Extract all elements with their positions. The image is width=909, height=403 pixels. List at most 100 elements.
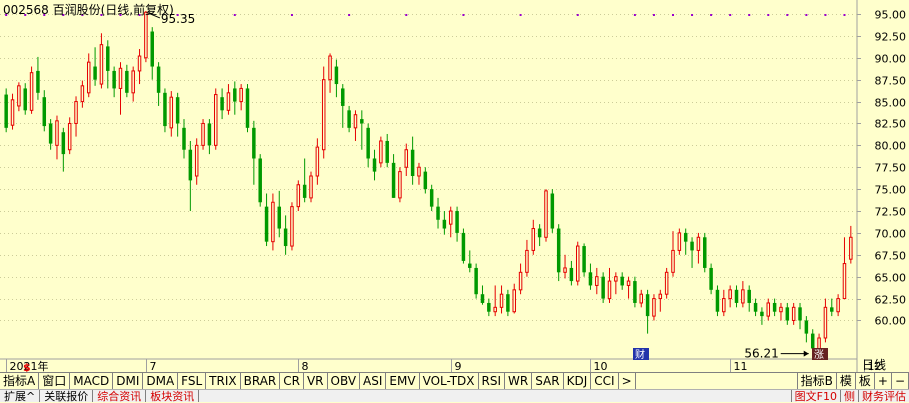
candle-body[interactable]: [150, 31, 154, 67]
event-dot[interactable]: [462, 14, 465, 16]
candle-body[interactable]: [747, 289, 751, 303]
candle-body[interactable]: [842, 263, 847, 300]
candle-body[interactable]: [703, 237, 707, 268]
indicator-tab-11[interactable]: ASI: [360, 373, 387, 389]
event-dot[interactable]: [767, 14, 770, 16]
candle-body[interactable]: [709, 267, 713, 290]
candle-body[interactable]: [61, 132, 66, 155]
candle-body[interactable]: [836, 298, 840, 313]
candle-body[interactable]: [506, 294, 510, 312]
candle-body[interactable]: [36, 70, 40, 93]
candle-body[interactable]: [271, 201, 275, 243]
finance-eval-link[interactable]: 财务评估: [858, 390, 909, 403]
candle-body[interactable]: [607, 280, 612, 300]
candle-body[interactable]: [175, 97, 180, 124]
candle-body[interactable]: [785, 307, 790, 321]
candle-body[interactable]: [537, 228, 542, 238]
candle-body[interactable]: [277, 206, 282, 229]
indicator-right-4[interactable]: −: [892, 373, 909, 389]
candle-body[interactable]: [582, 246, 586, 273]
candle-body[interactable]: [398, 171, 402, 199]
candle-body[interactable]: [601, 276, 605, 299]
candle-body[interactable]: [639, 293, 643, 304]
candle-body[interactable]: [207, 123, 212, 146]
indicator-tab-16[interactable]: SAR: [532, 373, 564, 389]
candle-body[interactable]: [321, 79, 326, 151]
candle-body[interactable]: [347, 110, 351, 128]
event-dot[interactable]: [519, 14, 522, 16]
candle-body[interactable]: [550, 193, 555, 229]
candle-body[interactable]: [722, 298, 726, 313]
candle-body[interactable]: [448, 210, 453, 225]
candle-body[interactable]: [23, 88, 27, 111]
candle-body[interactable]: [99, 44, 104, 85]
event-dot[interactable]: [824, 14, 827, 16]
candle-body[interactable]: [194, 144, 199, 177]
candle-body[interactable]: [29, 72, 34, 111]
indicator-right-3[interactable]: +: [875, 373, 892, 389]
indicator-tab-5[interactable]: FSL: [178, 373, 207, 389]
candle-body[interactable]: [233, 88, 237, 102]
side-link[interactable]: 侧: [840, 390, 858, 403]
indicator-tab-12[interactable]: EMV: [386, 373, 420, 389]
tab-extend[interactable]: 扩展^: [0, 390, 41, 403]
candle-body[interactable]: [664, 271, 669, 295]
candle-body[interactable]: [499, 293, 504, 308]
candle-body[interactable]: [264, 206, 269, 242]
candle-body[interactable]: [588, 272, 593, 286]
event-dot[interactable]: [233, 14, 236, 16]
candle-body[interactable]: [563, 267, 567, 273]
candle-body[interactable]: [823, 306, 828, 339]
candle-body[interactable]: [55, 120, 59, 146]
candle-body[interactable]: [696, 236, 701, 251]
candle-body[interactable]: [804, 320, 809, 334]
event-dot[interactable]: [176, 14, 179, 16]
event-dot[interactable]: [672, 14, 675, 16]
candle-body[interactable]: [93, 66, 97, 80]
candle-body[interactable]: [525, 249, 529, 273]
candle-body[interactable]: [137, 55, 142, 72]
candle-body[interactable]: [791, 306, 796, 321]
indicator-tab-17[interactable]: KDJ: [564, 373, 592, 389]
candle-body[interactable]: [760, 311, 764, 317]
candle-body[interactable]: [766, 302, 771, 317]
candle-body[interactable]: [575, 245, 580, 282]
indicator-tab-6[interactable]: TRIX: [206, 373, 241, 389]
candle-body[interactable]: [42, 97, 47, 127]
candle-body[interactable]: [214, 94, 218, 146]
candle-body[interactable]: [112, 70, 116, 89]
event-dot[interactable]: [405, 14, 408, 16]
candle-body[interactable]: [360, 119, 364, 124]
candle-body[interactable]: [220, 97, 224, 111]
candle-body[interactable]: [531, 228, 536, 251]
indicator-tab-2[interactable]: MACD: [70, 373, 114, 389]
candle-body[interactable]: [772, 302, 777, 312]
indicator-tab-1[interactable]: 窗口: [39, 373, 71, 389]
event-dot[interactable]: [576, 14, 579, 16]
candle-body[interactable]: [849, 236, 853, 260]
candle-body[interactable]: [417, 166, 421, 177]
candle-body[interactable]: [798, 307, 802, 321]
event-dot[interactable]: [691, 14, 694, 16]
candle-body[interactable]: [252, 127, 256, 159]
candle-body[interactable]: [830, 307, 834, 312]
indicator-tab-8[interactable]: CR: [280, 373, 304, 389]
candle-body[interactable]: [86, 61, 91, 94]
candle-body[interactable]: [810, 333, 815, 349]
candle-body[interactable]: [468, 263, 472, 268]
candle-body[interactable]: [487, 302, 491, 312]
candle-body[interactable]: [239, 87, 243, 103]
candle-body[interactable]: [633, 281, 637, 303]
event-dot[interactable]: [729, 14, 732, 16]
candle-body[interactable]: [652, 298, 656, 317]
candle-body[interactable]: [290, 206, 294, 247]
candle-body[interactable]: [595, 276, 599, 286]
candle-body[interactable]: [658, 293, 663, 300]
candle-body[interactable]: [106, 46, 110, 71]
event-dot[interactable]: [290, 14, 293, 16]
candle-body[interactable]: [379, 140, 383, 164]
candle-body[interactable]: [67, 122, 72, 151]
candle-body[interactable]: [156, 66, 161, 93]
candle-body[interactable]: [315, 146, 320, 177]
candle-body[interactable]: [423, 171, 428, 190]
